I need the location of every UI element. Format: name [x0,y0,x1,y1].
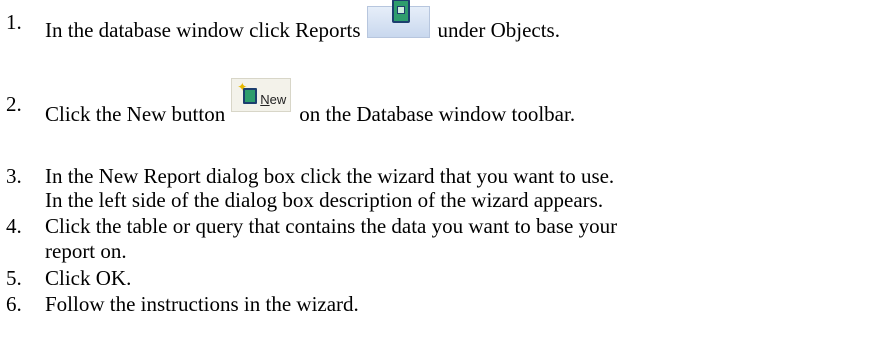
step-text-line-1: Click the table or query that contains t… [45,214,618,238]
step-text: Click the New button ✦ New on the Database … [45,78,576,126]
instruction-page: 1. In the database window click Reports u… [0,0,885,362]
reports-icon [366,0,430,38]
step-text-line-2: In the left side of the dialog box descr… [45,188,604,212]
new-button-image: ✦ New [231,78,292,112]
report-book-icon [391,0,410,23]
step-text-line-1: Click OK. [45,266,132,290]
step-text-line-2: report on. [45,239,127,263]
step-number: 4. [6,214,22,238]
step-text-line-1: Follow the instructions in the wizard. [45,292,359,316]
step-number: 6. [6,292,22,316]
step-number: 5. [6,266,22,290]
step-number: 1. [6,10,22,34]
step-text-before: In the database window click Reports [45,18,361,42]
step-text-after: on the Database window toolbar. [299,102,576,126]
new-button-label: New [260,92,287,107]
step-number: 2. [6,92,22,116]
step-text-after: under Objects. [437,18,560,42]
new-report-icon [243,88,258,104]
step-text-line-1: In the New Report dialog box click the w… [45,164,615,188]
step-text: In the database window click Reports unde… [45,0,560,42]
step-text-before: Click the New button [45,102,226,126]
step-number: 3. [6,164,22,188]
